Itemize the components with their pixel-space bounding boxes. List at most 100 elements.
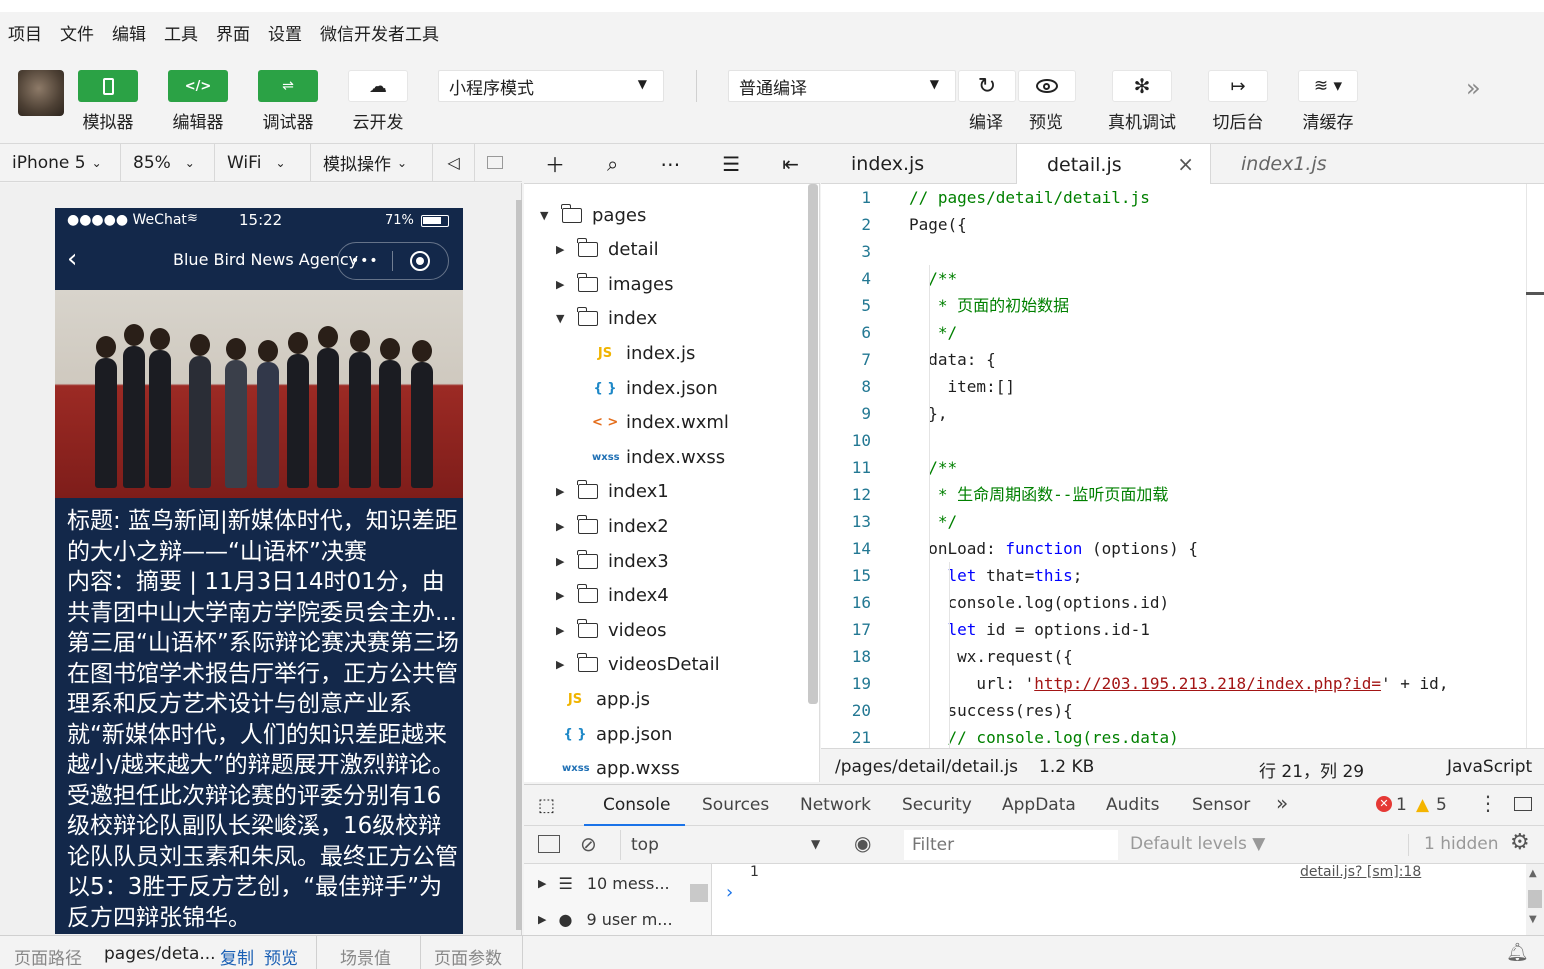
clear-cache-button[interactable]: ≋ ▾ xyxy=(1298,70,1358,102)
speaker-icon: ◁ xyxy=(447,153,460,172)
menu-settings[interactable]: 设置 xyxy=(268,20,302,45)
indent-guide xyxy=(949,562,950,748)
menu-edit[interactable]: 编辑 xyxy=(112,20,146,45)
preview-button[interactable] xyxy=(1018,70,1076,102)
messages-group[interactable]: ▶ ☰ 10 mess... xyxy=(538,874,670,893)
avatar[interactable] xyxy=(18,70,64,116)
clear-console-icon[interactable]: ⊘ xyxy=(580,832,597,856)
tree-folder[interactable]: ▶ index4 xyxy=(556,579,669,613)
js-file-icon: JS xyxy=(597,345,613,361)
tree-folder[interactable]: ▼ pages xyxy=(540,198,646,232)
tree-file[interactable]: wxss index.wxss xyxy=(592,440,725,474)
menu-project[interactable]: 项目 xyxy=(8,20,42,45)
editor-tabs: index.js detail.js × index1.js xyxy=(821,144,1544,185)
console-source-link[interactable]: detail.js? [sm]:18 xyxy=(1300,864,1421,880)
gear-icon[interactable]: ⚙ xyxy=(1510,830,1530,855)
menu-file[interactable]: 文件 xyxy=(60,20,94,45)
volume-button[interactable]: ◁ xyxy=(433,143,475,182)
console-scrollbar[interactable]: ▲ ▼ xyxy=(1526,864,1544,936)
tab-label: Console xyxy=(603,795,671,815)
menu-tools[interactable]: 工具 xyxy=(164,20,198,45)
more-tabs-icon[interactable]: » xyxy=(1276,791,1288,815)
sidebar-toggle-icon[interactable] xyxy=(538,835,560,853)
remote-debug-button[interactable]: ✻ xyxy=(1112,70,1172,102)
tree-item-label: detail xyxy=(608,239,659,261)
tree-folder[interactable]: ▶ index1 xyxy=(556,475,669,509)
inspect-icon[interactable]: ⬚ xyxy=(538,795,555,816)
dock-icon[interactable] xyxy=(1514,797,1532,811)
zoom-select[interactable]: 85% ⌄ xyxy=(121,143,215,182)
scene-button[interactable]: 场景值 xyxy=(340,944,391,969)
tab-index-js[interactable]: index.js xyxy=(821,144,1017,184)
log-levels-select[interactable]: Default levels ▼ xyxy=(1130,834,1265,854)
mode-select[interactable]: 小程序模式 ▼ xyxy=(438,70,664,102)
close-icon[interactable]: × xyxy=(1177,152,1194,176)
tree-file[interactable]: { } app.json xyxy=(562,717,672,751)
back-arrow-icon[interactable]: ‹ xyxy=(67,244,77,274)
window-button[interactable] xyxy=(475,144,515,182)
tree-folder[interactable]: ▶ index3 xyxy=(556,544,669,578)
context-select[interactable]: top ▼ xyxy=(620,830,828,860)
copy-link[interactable]: 复制 xyxy=(220,944,254,969)
language-mode[interactable]: JavaScript xyxy=(1447,757,1532,777)
console-filter-input[interactable] xyxy=(904,830,1118,860)
code-text: onLoad: function (options) { xyxy=(909,539,1198,558)
editor-toggle-button[interactable]: </> xyxy=(168,70,228,102)
tree-item-label: videosDetail xyxy=(608,654,720,676)
tree-file[interactable]: JS app.js xyxy=(562,682,650,716)
error-count[interactable]: 1 xyxy=(1396,795,1407,815)
menu-view[interactable]: 界面 xyxy=(216,20,250,45)
more-dots-icon[interactable]: ••• xyxy=(338,253,392,269)
preview-link[interactable]: 预览 xyxy=(264,944,298,969)
background-button[interactable]: ↦ xyxy=(1208,70,1268,102)
device-select[interactable]: iPhone 5 ⌄ xyxy=(0,143,121,182)
tab-audits[interactable]: Audits xyxy=(1106,795,1159,815)
menu-devtools[interactable]: 微信开发者工具 xyxy=(320,20,439,45)
bell-icon[interactable]: 🔔︎ xyxy=(1506,942,1529,963)
code-editor[interactable]: 1 // pages/detail/detail.js 2 Page({3 4 /** 5… xyxy=(821,184,1544,748)
more-icon[interactable]: ⋯ xyxy=(660,152,680,176)
split-panel-icon[interactable]: ⇤ xyxy=(782,152,799,176)
cloud-dev-button[interactable]: ☁ xyxy=(348,70,408,102)
eye-icon[interactable]: ◉ xyxy=(854,831,871,855)
code-text: /** xyxy=(909,458,958,477)
filetree-scrollbar[interactable] xyxy=(808,184,818,704)
simulator-toggle-button[interactable] xyxy=(78,70,138,102)
tree-file[interactable]: wxss app.wxss xyxy=(562,752,680,782)
tab-sources[interactable]: Sources xyxy=(702,795,769,815)
tab-network[interactable]: Network xyxy=(800,795,871,815)
sidebar-scrollbar[interactable] xyxy=(690,884,708,902)
tree-file[interactable]: { } index.json xyxy=(592,371,717,405)
warning-count[interactable]: 5 xyxy=(1436,795,1447,815)
tree-folder[interactable]: ▼ index xyxy=(556,302,657,336)
debugger-label: 调试器 xyxy=(262,113,314,133)
tab-sensor[interactable]: Sensor xyxy=(1192,795,1250,815)
tab-detail-js[interactable]: detail.js × xyxy=(1017,144,1211,185)
tree-folder[interactable]: ▶ images xyxy=(556,267,673,301)
tree-folder[interactable]: ▶ videosDetail xyxy=(556,648,720,682)
tree-folder[interactable]: ▶ detail xyxy=(556,233,659,267)
network-select[interactable]: WiFi ⌄ xyxy=(215,143,311,182)
tree-item-label: videos xyxy=(608,619,667,641)
kebab-menu-icon[interactable]: ⋮ xyxy=(1478,791,1498,815)
tree-folder[interactable]: ▶ index2 xyxy=(556,509,669,543)
page-params-button[interactable]: 页面参数 xyxy=(434,944,502,969)
more-chevron-icon[interactable]: » xyxy=(1466,74,1481,102)
add-icon[interactable]: ＋ xyxy=(545,149,565,178)
search-icon[interactable]: ⌕ xyxy=(607,152,618,176)
tree-file[interactable]: JS index.js xyxy=(592,336,695,370)
user-messages-group[interactable]: ▶ ● 9 user m... xyxy=(538,910,673,929)
tab-console[interactable]: Console xyxy=(584,785,685,827)
compile-mode-select[interactable]: 普通编译 ▼ xyxy=(728,70,956,102)
tab-index1-js[interactable]: index1.js xyxy=(1211,144,1361,184)
collapse-icon[interactable]: ☰ xyxy=(722,152,740,176)
compile-button[interactable]: ↻ xyxy=(958,70,1016,102)
simulator-scrollbar[interactable] xyxy=(516,200,522,930)
tree-folder[interactable]: ▶ videos xyxy=(556,613,667,647)
close-capsule-icon[interactable] xyxy=(393,251,449,271)
debugger-toggle-button[interactable]: ⇌ xyxy=(258,70,318,102)
tab-appdata[interactable]: AppData xyxy=(1002,795,1076,815)
operation-select[interactable]: 模拟操作 ⌄ xyxy=(311,143,433,182)
tab-security[interactable]: Security xyxy=(902,795,972,815)
tree-file[interactable]: < > index.wxml xyxy=(592,406,729,440)
